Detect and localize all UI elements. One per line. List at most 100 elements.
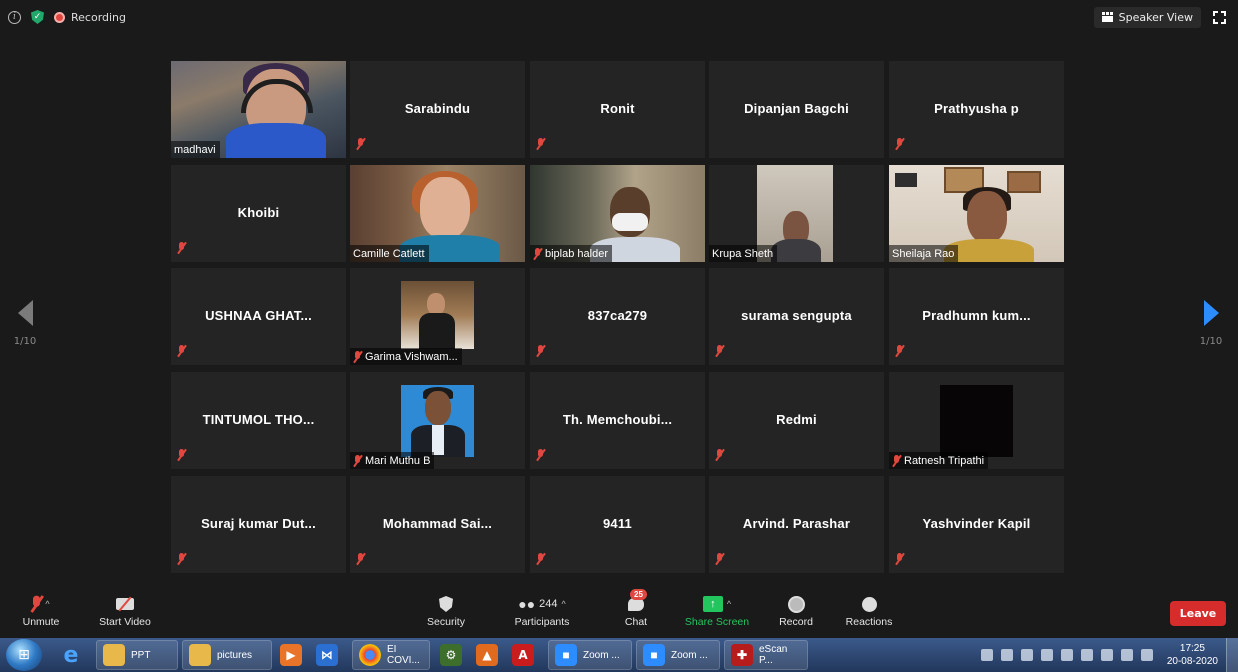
taskbar-item[interactable]: PPT — [96, 640, 178, 670]
page-indicator-right: 1/10 — [1199, 336, 1223, 347]
folder-icon — [103, 644, 125, 666]
record-button[interactable]: Record — [776, 592, 816, 628]
security-button[interactable]: Security — [423, 592, 469, 628]
speaker-view-button[interactable]: Speaker View — [1093, 6, 1201, 28]
speaker-view-icon — [1101, 12, 1113, 22]
muted-mic-icon — [895, 550, 904, 569]
participant-tile[interactable]: Dipanjan Bagchi — [709, 61, 884, 158]
participant-tile[interactable]: Redmi — [709, 372, 884, 469]
system-tray — [975, 649, 1159, 661]
unmute-label: Unmute — [22, 616, 60, 628]
record-dot-icon — [54, 11, 65, 23]
autocad-icon[interactable]: A — [512, 644, 534, 666]
taskbar-item-label: eScan P... — [759, 644, 788, 666]
reactions-button[interactable]: Reactions — [842, 592, 896, 628]
muted-mic-icon — [31, 595, 44, 613]
participant-name-label: madhavi — [171, 141, 220, 158]
participant-tile[interactable]: 9411 — [530, 476, 705, 573]
internet-explorer-icon[interactable]: e — [60, 643, 82, 668]
participant-tile[interactable]: Sheilaja Rao — [889, 165, 1064, 262]
participant-tile[interactable]: Krupa Sheth — [709, 165, 884, 262]
matlab-icon[interactable]: ▲ — [476, 644, 498, 666]
taskbar-item-label: Zoom ... — [671, 649, 708, 661]
participant-tile[interactable]: Suraj kumar Dut... — [171, 476, 346, 573]
participant-tile[interactable]: Ronit — [530, 61, 705, 158]
participant-tile[interactable]: Ratnesh Tripathi — [889, 372, 1064, 469]
muted-mic-icon — [353, 350, 362, 363]
participant-name-label: Krupa Sheth — [709, 245, 778, 262]
taskbar-item-label: EI COVI... — [387, 644, 420, 666]
chat-button[interactable]: 25 Chat — [618, 589, 654, 628]
participant-tile[interactable]: TINTUMOL THO... — [171, 372, 346, 469]
muted-mic-icon — [715, 550, 724, 569]
participant-tile[interactable]: Arvind. Parashar — [709, 476, 884, 573]
participant-tile[interactable]: Prathyusha p — [889, 61, 1064, 158]
network-icon[interactable] — [1000, 649, 1013, 661]
participant-tile[interactable]: Pradhumn kum... — [889, 268, 1064, 365]
start-video-button[interactable]: Start Video — [92, 592, 158, 628]
volume-icon[interactable] — [1040, 649, 1053, 661]
participant-tile[interactable]: biplab halder — [530, 165, 705, 262]
windows-taskbar: ⊞ e PPT pictures ▶ ⋈ EI COVI... ⚙ ▲ A ■ … — [0, 638, 1238, 672]
taskbar-item[interactable]: ✚ eScan P... — [724, 640, 808, 670]
chevron-up-icon[interactable]: ^ — [727, 599, 731, 609]
chevron-up-icon[interactable]: ^ — [562, 599, 566, 609]
info-icon[interactable]: i — [8, 10, 21, 24]
taskbar-item[interactable]: pictures — [182, 640, 272, 670]
media-player-icon[interactable]: ▶ — [280, 644, 302, 666]
taskbar-item[interactable]: EI COVI... — [352, 640, 430, 670]
escan-shield-icon: ✚ — [731, 644, 753, 666]
participant-tile[interactable]: Yashvinder Kapil — [889, 476, 1064, 573]
tray-icon[interactable] — [1120, 649, 1133, 661]
chevron-up-icon[interactable]: ^ — [45, 599, 49, 609]
unmute-button[interactable]: ^ Unmute — [18, 592, 64, 628]
participant-tile[interactable]: 837ca279 — [530, 268, 705, 365]
participant-name: Yashvinder Kapil — [922, 516, 1031, 531]
security-shield-icon — [439, 596, 453, 612]
participant-tile[interactable]: Mohammad Sai... — [350, 476, 525, 573]
participant-tile[interactable]: madhavi — [171, 61, 346, 158]
participant-tile[interactable]: Sarabindu — [350, 61, 525, 158]
tray-icon[interactable] — [1020, 649, 1033, 661]
participant-tile[interactable]: Garima Vishwam... — [350, 268, 525, 365]
previous-page-button[interactable]: 1/10 — [0, 300, 50, 347]
clock-time: 17:25 — [1179, 643, 1205, 654]
participant-name: Arvind. Parashar — [742, 516, 851, 531]
muted-mic-icon — [353, 454, 362, 467]
app-icon[interactable]: ⚙ — [440, 644, 462, 666]
taskbar-item[interactable]: ■ Zoom ... — [636, 640, 720, 670]
taskbar-clock[interactable]: 17:25 20-08-2020 — [1159, 642, 1226, 668]
participant-name: Khoibi — [237, 205, 280, 220]
tray-icon[interactable] — [980, 649, 993, 661]
tray-icon[interactable] — [1100, 649, 1113, 661]
share-screen-button[interactable]: ↑ ^ Share Screen — [682, 592, 752, 628]
participant-tile[interactable]: surama sengupta — [709, 268, 884, 365]
security-label: Security — [427, 616, 465, 628]
participant-tile[interactable]: Khoibi — [171, 165, 346, 262]
participant-tile[interactable]: USHNAA GHAT... — [171, 268, 346, 365]
participant-tile[interactable]: Th. Memchoubi... — [530, 372, 705, 469]
reactions-smiley-icon — [861, 596, 877, 612]
participant-tile[interactable]: Mari Muthu B — [350, 372, 525, 469]
chat-label: Chat — [624, 616, 648, 628]
fullscreen-icon[interactable] — [1213, 10, 1226, 24]
visual-studio-icon[interactable]: ⋈ — [316, 644, 338, 666]
tray-icon[interactable] — [1060, 649, 1073, 661]
leave-button[interactable]: Leave — [1170, 601, 1226, 626]
zoom-icon: ■ — [643, 644, 665, 666]
participants-button[interactable]: ●● 244 ^ Participants — [510, 592, 574, 628]
muted-mic-icon — [536, 550, 545, 569]
show-desktop-button[interactable] — [1226, 638, 1238, 672]
recording-indicator[interactable]: Recording — [54, 11, 126, 24]
tray-icon[interactable] — [1140, 649, 1153, 661]
taskbar-item[interactable]: ■ Zoom ... — [548, 640, 632, 670]
next-page-button[interactable]: 1/10 — [1186, 300, 1236, 347]
muted-mic-icon — [536, 342, 545, 361]
start-button[interactable]: ⊞ — [6, 639, 42, 671]
video-off-icon — [116, 596, 134, 612]
shield-icon[interactable] — [1080, 649, 1093, 661]
muted-mic-icon — [356, 550, 365, 569]
encryption-shield-icon[interactable]: ✓ — [31, 10, 44, 24]
muted-mic-icon — [177, 342, 186, 361]
participant-tile[interactable]: Camille Catlett — [350, 165, 525, 262]
